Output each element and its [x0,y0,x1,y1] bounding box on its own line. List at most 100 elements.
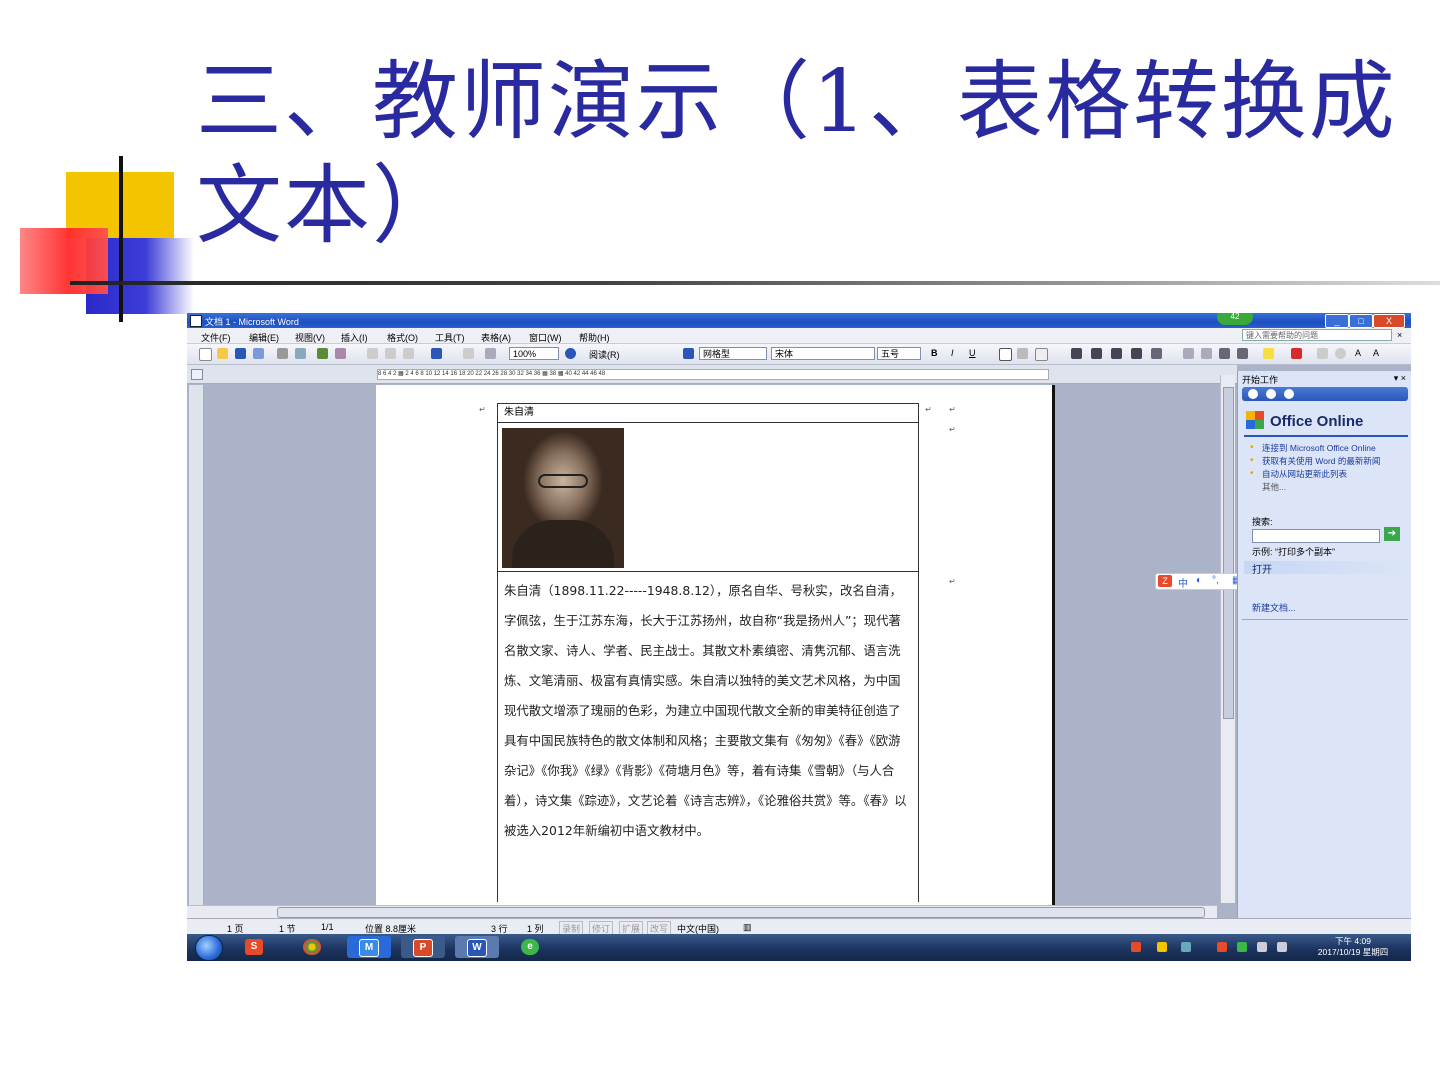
cut-icon[interactable] [367,348,378,359]
justify-icon[interactable] [1131,348,1142,359]
save-icon[interactable] [235,348,246,359]
insert-hyperlink-icon[interactable] [463,348,474,359]
tray-app-icon[interactable] [1181,942,1191,952]
menu-view[interactable]: 视图(V) [295,331,325,344]
taskbar-app-2[interactable]: M [347,936,391,958]
align-right-icon[interactable] [1111,348,1122,359]
numbering-icon[interactable] [1183,348,1194,359]
menu-edit[interactable]: 编辑(E) [249,331,279,344]
browser-icon: e [521,939,539,955]
font-color-icon[interactable] [1291,348,1302,359]
new-document-icon[interactable] [199,348,212,361]
cell-end-mark: ↵ [479,405,486,414]
help-icon[interactable] [565,348,576,359]
zoom-select[interactable]: 100% [509,347,559,360]
scroll-thumb[interactable] [1223,387,1234,719]
taskbar-app-1[interactable]: S [233,936,277,958]
enclose-characters-icon[interactable] [1335,348,1346,359]
table-cell-biography[interactable]: 朱自清（1898.11.22-----1948.8.12），原名自华、号秋实，改… [498,572,918,902]
task-pane-close-icon[interactable]: ▾ × [1394,373,1406,384]
help-search-input[interactable]: 键入需要帮助的问题 [1242,329,1392,341]
link-connect-online[interactable]: 连接到 Microsoft Office Online [1246,443,1408,453]
notification-badge[interactable]: 42 [1217,313,1253,325]
align-left-icon[interactable] [1071,348,1082,359]
menu-file[interactable]: 文件(F) [201,331,231,344]
bold-icon[interactable]: B [931,348,938,358]
system-clock[interactable]: 下午 4:09 2017/10/19 星期四 [1305,936,1401,958]
character-scale-icon[interactable] [1035,348,1048,361]
font-size-select[interactable]: 五号 [877,347,921,360]
shrink-font-icon[interactable]: A [1373,348,1379,358]
read-button[interactable]: 阅读(R) [589,348,620,361]
paste-icon[interactable] [403,348,414,359]
increase-indent-icon[interactable] [1237,348,1248,359]
menu-help[interactable]: 帮助(H) [579,331,610,344]
style-select[interactable]: 网格型 [699,347,767,360]
ime-punctuation-icon[interactable]: °, [1212,575,1219,586]
maximize-button[interactable]: □ [1349,314,1373,328]
vertical-scrollbar[interactable] [1220,375,1235,903]
taskbar-browser[interactable]: e [509,936,553,958]
tray-volume-icon[interactable] [1277,942,1287,952]
open-folder-icon[interactable] [217,348,228,359]
align-center-icon[interactable] [1091,348,1102,359]
bullets-icon[interactable] [1201,348,1212,359]
ime-moon-icon[interactable]: ◐ [1196,575,1202,586]
highlight-icon[interactable] [1263,348,1274,359]
search-go-button[interactable]: ➔ [1384,527,1400,541]
research-icon[interactable] [335,348,346,359]
permission-icon[interactable] [253,348,264,359]
table-cell-name[interactable]: 朱自清 [498,404,918,423]
start-button[interactable] [195,935,223,961]
menu-insert[interactable]: 插入(I) [341,331,368,344]
character-shading-icon[interactable] [1017,348,1028,359]
menu-table[interactable]: 表格(A) [481,331,511,344]
tray-network-icon[interactable] [1257,942,1267,952]
search-input[interactable] [1252,529,1380,543]
horizontal-scrollbar[interactable] [187,905,1217,918]
spelling-icon[interactable] [317,348,328,359]
minimize-button[interactable]: _ [1325,314,1349,328]
spelling-status-icon[interactable]: ▥ [743,922,752,933]
print-preview-icon[interactable] [295,348,306,359]
underline-icon[interactable]: U [969,348,976,358]
forward-icon[interactable] [1266,389,1276,399]
menu-window[interactable]: 窗口(W) [529,331,562,344]
link-latest-news[interactable]: 获取有关使用 Word 的最新新闻 [1246,456,1408,466]
link-auto-update[interactable]: 自动从网站更新此列表 [1246,469,1408,479]
close-button[interactable]: X [1373,314,1405,328]
font-select[interactable]: 宋体 [771,347,875,360]
new-document-link[interactable]: 新建文档... [1252,601,1296,614]
character-border-icon[interactable] [999,348,1012,361]
menu-format[interactable]: 格式(O) [387,331,418,344]
home-icon[interactable] [1284,389,1294,399]
print-icon[interactable] [277,348,288,359]
taskbar-word[interactable]: W [455,936,499,958]
grow-font-icon[interactable]: A [1355,348,1361,358]
horizontal-scroll-thumb[interactable] [277,907,1205,918]
back-icon[interactable] [1248,389,1258,399]
italic-icon[interactable]: I [951,348,954,358]
undo-icon[interactable] [431,348,442,359]
tray-ime-icon[interactable] [1131,942,1141,952]
tables-borders-icon[interactable] [485,348,496,359]
link-more[interactable]: 其他... [1246,482,1408,492]
tray-warning-icon[interactable] [1217,942,1227,952]
tray-lang-icon[interactable] [1157,942,1167,952]
taskbar-powerpoint[interactable]: P [401,936,445,958]
menu-tools[interactable]: 工具(T) [435,331,465,344]
close-document-icon[interactable]: × [1397,330,1402,340]
styles-icon[interactable] [683,348,694,359]
ime-mode-label[interactable]: 中 [1178,575,1188,590]
decrease-indent-icon[interactable] [1219,348,1230,359]
tray-update-icon[interactable] [1237,942,1247,952]
phonetic-guide-icon[interactable] [1317,348,1328,359]
tab-selector-icon[interactable] [191,369,203,380]
vertical-ruler[interactable] [189,385,204,905]
copy-icon[interactable] [385,348,396,359]
ime-logo-icon: Z [1158,575,1172,587]
line-spacing-icon[interactable] [1151,348,1162,359]
taskbar-chrome[interactable] [291,936,335,958]
ruler-scale[interactable]: 8 6 4 2 ▦ 2 4 6 8 10 12 14 16 18 20 22 2… [377,369,1049,380]
table-cell-photo[interactable] [498,423,918,572]
